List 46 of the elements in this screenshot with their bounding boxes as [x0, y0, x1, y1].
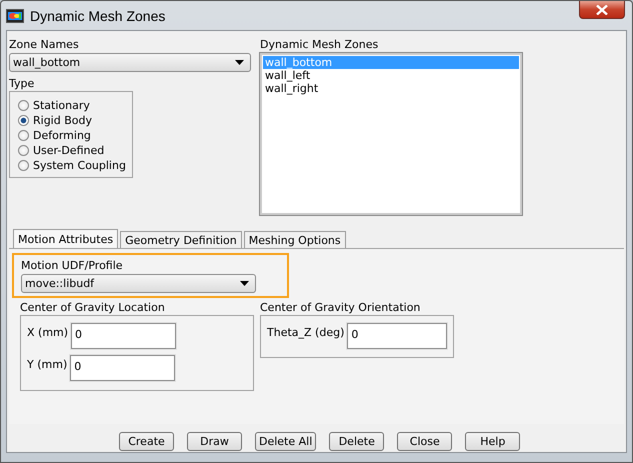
tab[interactable]: Meshing Options — [244, 231, 346, 248]
list-item[interactable]: wall_left — [263, 69, 519, 82]
option-label: Stationary — [33, 98, 90, 112]
group-label: Type — [9, 77, 34, 90]
window-title: Dynamic Mesh Zones — [30, 8, 166, 24]
radio-button[interactable] — [18, 144, 29, 156]
field-label: Motion UDF/Profile — [21, 259, 123, 272]
field-label: Zone Names — [9, 38, 79, 51]
tab[interactable]: Geometry Definition — [120, 231, 242, 248]
close-button[interactable] — [579, 1, 625, 19]
radio-option[interactable]: Stationary — [18, 98, 132, 112]
dialog-button[interactable]: Create — [119, 432, 174, 451]
field-label: Theta_Z (deg) — [267, 325, 344, 339]
field-label: X (mm) — [27, 325, 68, 339]
radio-button[interactable] — [18, 114, 29, 126]
group-label: Center of Gravity Orientation — [260, 301, 420, 314]
list-label: Dynamic Mesh Zones — [260, 38, 378, 51]
close-icon — [596, 4, 608, 14]
dialog-button[interactable]: Delete All — [255, 432, 316, 451]
tab[interactable]: Motion Attributes — [13, 229, 118, 248]
motion-udf-dropdown[interactable]: move::libudf — [21, 274, 256, 293]
app-icon — [6, 8, 24, 22]
input-field[interactable]: 0 — [71, 323, 176, 349]
radio-button[interactable] — [18, 130, 29, 140]
radio-button[interactable] — [18, 100, 29, 110]
option-label: System Coupling — [33, 158, 126, 172]
caret-icon — [240, 281, 249, 286]
option-label: User-Defined — [33, 144, 104, 156]
radio-button[interactable] — [18, 160, 29, 170]
dialog-button[interactable]: Delete — [329, 432, 384, 451]
dialog-button[interactable]: Close — [397, 432, 452, 451]
zone-names-dropdown[interactable]: wall_bottom — [9, 53, 251, 72]
radio-option[interactable]: Rigid Body — [18, 113, 132, 127]
dialog-button[interactable]: Help — [465, 432, 520, 451]
caret-icon — [235, 60, 244, 65]
list-item[interactable]: wall_right — [263, 82, 519, 95]
dialog-button[interactable]: Draw — [187, 432, 242, 451]
radio-option[interactable]: Deforming — [18, 128, 132, 142]
radio-option[interactable]: System Coupling — [18, 158, 132, 172]
input-field[interactable]: 0 — [70, 355, 176, 381]
radio-option[interactable]: User-Defined — [18, 143, 132, 157]
option-label: Deforming — [33, 128, 91, 142]
option-label: Rigid Body — [33, 114, 92, 126]
group-label: Center of Gravity Location — [20, 301, 165, 314]
field-label: Y (mm) — [27, 357, 68, 371]
input-field[interactable]: 0 — [347, 323, 447, 349]
